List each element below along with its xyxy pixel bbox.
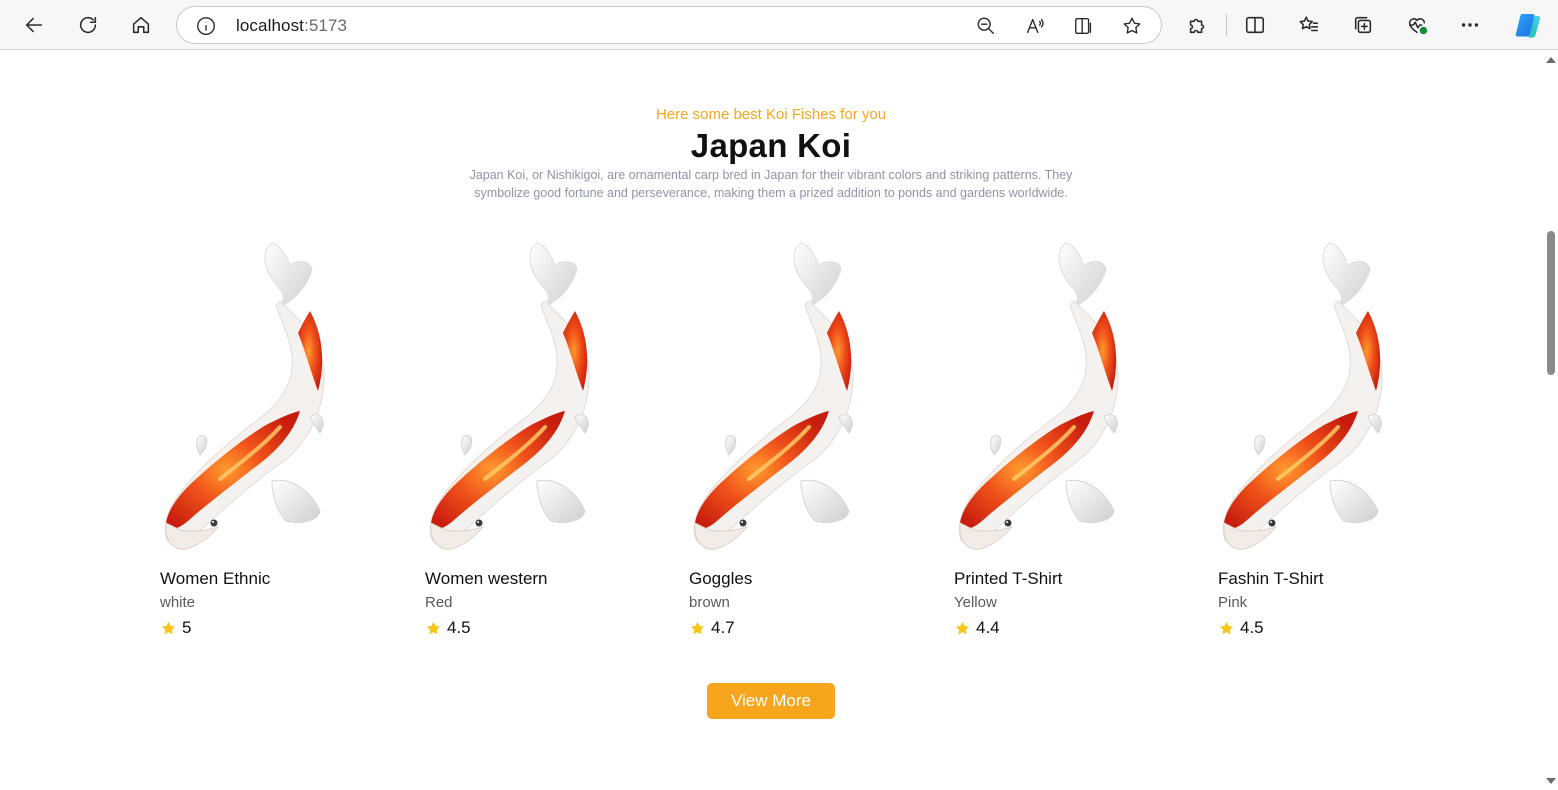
scroll-up-arrow-icon[interactable]	[1546, 57, 1556, 63]
product-color: Yellow	[954, 594, 997, 611]
scrollbar-thumb[interactable]	[1547, 231, 1555, 375]
star-icon	[160, 620, 177, 637]
read-aloud-icon[interactable]	[1023, 14, 1047, 38]
rating-value: 4.4	[976, 618, 1000, 637]
product-rating: 4.4	[954, 617, 1000, 639]
copilot-icon[interactable]	[1513, 10, 1543, 40]
extensions-button[interactable]	[1181, 9, 1213, 41]
url-host: localhost	[236, 16, 304, 35]
url-port: :5173	[304, 16, 348, 35]
toolbar-divider	[1226, 14, 1227, 36]
product-rating: 4.5	[1218, 617, 1264, 639]
immersive-reader-icon[interactable]	[1072, 14, 1096, 38]
koi-fish-image[interactable]	[689, 241, 869, 556]
rating-value: 4.5	[447, 618, 471, 637]
star-icon	[689, 620, 706, 637]
product-card[interactable]: Women Ethnic white 5	[160, 241, 360, 641]
rating-value: 4.5	[1240, 618, 1264, 637]
site-info-icon[interactable]	[195, 15, 217, 37]
browser-toolbar: localhost:5173	[0, 0, 1558, 50]
product-color: brown	[689, 594, 730, 611]
more-dots-icon	[1461, 23, 1479, 27]
home-button[interactable]	[125, 9, 157, 41]
product-color: Red	[425, 594, 453, 611]
product-card[interactable]: Fashin T-Shirt Pink 4.5	[1218, 241, 1418, 641]
url-text[interactable]: localhost:5173	[236, 16, 347, 36]
star-icon	[1218, 620, 1235, 637]
puzzle-icon	[1189, 18, 1205, 34]
product-color: Pink	[1218, 594, 1248, 611]
star-icon	[425, 620, 442, 637]
product-name: Printed T-Shirt	[954, 569, 1063, 588]
product-name: Goggles	[689, 569, 753, 588]
star-icon	[954, 620, 971, 637]
view-more-button[interactable]: View More	[707, 683, 835, 719]
koi-fish-image[interactable]	[954, 241, 1134, 556]
koi-fish-image[interactable]	[425, 241, 605, 556]
product-card[interactable]: Printed T-Shirt Yellow 4.4	[954, 241, 1154, 641]
product-rating: 4.7	[689, 617, 735, 639]
section-title: Japan Koi	[690, 127, 852, 164]
more-menu-button[interactable]	[1454, 9, 1486, 41]
product-color: white	[160, 594, 196, 611]
product-card[interactable]: Women western Red 4.5	[425, 241, 625, 641]
favorite-star-icon[interactable]	[1120, 14, 1144, 38]
scroll-down-arrow-icon[interactable]	[1546, 778, 1556, 784]
product-card[interactable]: Goggles brown 4.7	[689, 241, 889, 641]
back-button[interactable]	[18, 9, 50, 41]
rating-value: 5	[182, 618, 192, 637]
heart-pulse-icon	[1408, 18, 1428, 35]
refresh-button[interactable]	[72, 9, 104, 41]
page-content: Here some best Koi Fishes for you Japan …	[0, 51, 1542, 790]
collections-icon	[1354, 16, 1372, 34]
arrow-left-icon	[25, 17, 43, 33]
zoom-out-icon[interactable]	[974, 14, 998, 38]
product-name: Women western	[425, 569, 548, 588]
collections-button[interactable]	[1347, 9, 1379, 41]
product-name: Women Ethnic	[160, 569, 271, 588]
rating-value: 4.7	[711, 618, 735, 637]
favorites-button[interactable]	[1293, 9, 1325, 41]
favorites-list-icon	[1299, 16, 1319, 32]
koi-fish-image[interactable]	[1218, 241, 1398, 556]
koi-fish-image[interactable]	[160, 241, 340, 556]
home-icon	[132, 16, 150, 34]
browser-essentials-button[interactable]	[1401, 9, 1433, 41]
section-description: Japan Koi, or Nishikigoi, are ornamental…	[469, 168, 1073, 200]
product-rating: 4.5	[425, 617, 471, 639]
refresh-icon	[79, 16, 97, 34]
address-bar[interactable]: localhost:5173	[176, 6, 1162, 44]
section-subtitle: Here some best Koi Fishes for you	[655, 106, 887, 123]
vertical-scrollbar[interactable]	[1542, 51, 1558, 790]
split-screen-icon	[1245, 16, 1265, 34]
product-name: Fashin T-Shirt	[1218, 569, 1324, 588]
split-screen-button[interactable]	[1239, 9, 1271, 41]
product-rating: 5	[160, 617, 191, 639]
